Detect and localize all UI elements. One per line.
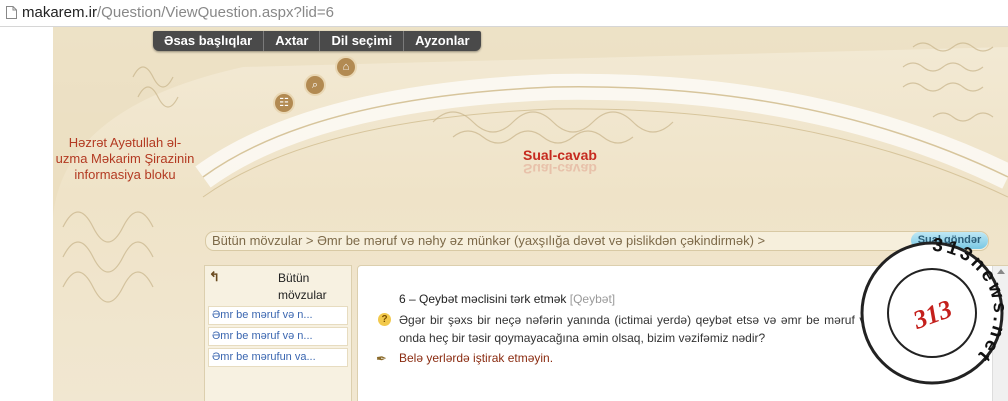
page-title-reflection: Sual-cavab	[523, 161, 597, 177]
back-arrow-icon: ↰	[209, 269, 220, 284]
page-icon	[6, 6, 17, 19]
nav-search[interactable]: Axtar	[264, 31, 321, 51]
all-topics-link[interactable]: ↰ Bütün mövzular	[205, 266, 351, 304]
question-title: 6 – Qeybət məclisini tərk etmək [Qeybət]	[399, 292, 616, 306]
search-icon[interactable]: ⌕	[304, 74, 326, 96]
page-gutter	[0, 27, 53, 401]
nav-language[interactable]: Dil seçimi	[320, 31, 405, 51]
url-text[interactable]: makarem.ir/Question/ViewQuestion.aspx?li…	[22, 4, 334, 21]
answer-pen-icon: ✒	[376, 351, 387, 366]
question-tag[interactable]: [Qeybət]	[570, 292, 615, 306]
nav-main-topics[interactable]: Əsas başlıqlar	[153, 31, 265, 51]
site-blurb: Həzrət Ayətullah əl-uzma Məkarim Şirazin…	[55, 135, 195, 182]
breadcrumb-text[interactable]: Bütün mövzular > Əmr be məruf və nəhy əz…	[212, 233, 765, 248]
address-bar[interactable]: makarem.ir/Question/ViewQuestion.aspx?li…	[0, 0, 1008, 27]
all-topics-label: Bütün mövzular	[278, 271, 327, 302]
home-icon[interactable]: ⌂	[335, 56, 357, 78]
watermark-stamp: 313news.net 313	[860, 235, 1007, 385]
sidebar-item[interactable]: Əmr be mərufun va...	[208, 348, 348, 367]
topics-sidebar: ↰ Bütün mövzular Əmr be məruf və n... Əm…	[204, 265, 352, 401]
sidebar-item[interactable]: Əmr be məruf və n...	[208, 327, 348, 346]
question-icon: ?	[378, 313, 391, 326]
answer-text: Belə yerlərdə iştirak etməyin.	[399, 351, 554, 365]
nav-ayzonlar[interactable]: Ayzonlar	[404, 31, 480, 51]
sitemap-icon[interactable]: ☷	[273, 92, 295, 114]
sidebar-item[interactable]: Əmr be məruf və n...	[208, 306, 348, 325]
main-nav: Əsas başlıqlar Axtar Dil seçimi Ayzonlar	[153, 31, 481, 51]
